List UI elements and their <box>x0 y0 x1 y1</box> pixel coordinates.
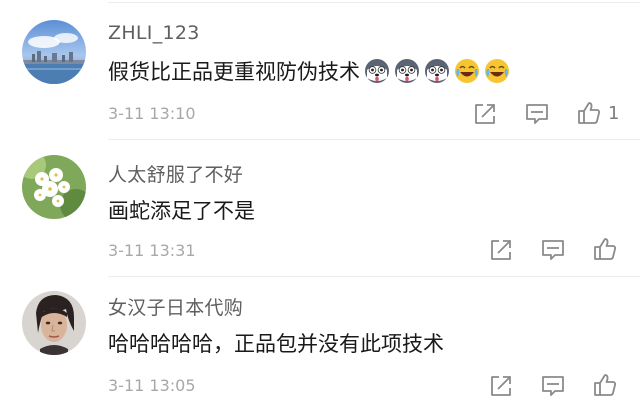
husky-emoji <box>364 58 390 84</box>
thumbs-up-icon[interactable] <box>592 372 618 398</box>
comment-text: 假货比正品更重视防伪技术 <box>108 56 510 86</box>
avatar[interactable] <box>22 155 86 219</box>
like-count: 1 <box>608 103 620 124</box>
thumbs-up-icon[interactable] <box>576 100 602 126</box>
username[interactable]: ZHLI_123 <box>108 22 200 44</box>
comment-text: 画蛇添足了不是 <box>108 195 255 225</box>
timestamp: 3-11 13:10 <box>108 104 196 123</box>
share-icon[interactable] <box>472 101 498 127</box>
comment-item: 女汉子日本代购 哈哈哈哈哈，正品包并没有此项技术 3-11 13:05 <box>0 277 640 413</box>
comment-item: ZHLI_123 假货比正品更重视防伪技术 3-11 13:10 1 <box>0 0 640 140</box>
comment-text-content: 假货比正品更重视防伪技术 <box>108 60 360 84</box>
avatar[interactable] <box>22 291 86 355</box>
laughing-crying-emoji <box>484 58 510 84</box>
avatar[interactable] <box>22 20 86 84</box>
thumbs-up-icon[interactable] <box>592 236 618 262</box>
username[interactable]: 人太舒服了不好 <box>108 160 243 187</box>
share-icon[interactable] <box>488 373 514 399</box>
username[interactable]: 女汉子日本代购 <box>108 293 243 320</box>
comment-text-content: 哈哈哈哈哈，正品包并没有此项技术 <box>108 332 444 356</box>
comment-text: 哈哈哈哈哈，正品包并没有此项技术 <box>108 328 444 358</box>
share-icon[interactable] <box>488 237 514 263</box>
laughing-crying-emoji <box>454 58 480 84</box>
comment-icon[interactable] <box>540 237 566 263</box>
comment-icon[interactable] <box>524 101 550 127</box>
comment-text-content: 画蛇添足了不是 <box>108 199 255 223</box>
timestamp: 3-11 13:05 <box>108 376 196 395</box>
timestamp: 3-11 13:31 <box>108 241 196 260</box>
comment-list: ZHLI_123 假货比正品更重视防伪技术 3-11 13:10 1 人太舒服了… <box>0 0 640 413</box>
comment-item: 人太舒服了不好 画蛇添足了不是 3-11 13:31 <box>0 140 640 277</box>
comment-icon[interactable] <box>540 373 566 399</box>
husky-emoji <box>394 58 420 84</box>
husky-emoji <box>424 58 450 84</box>
